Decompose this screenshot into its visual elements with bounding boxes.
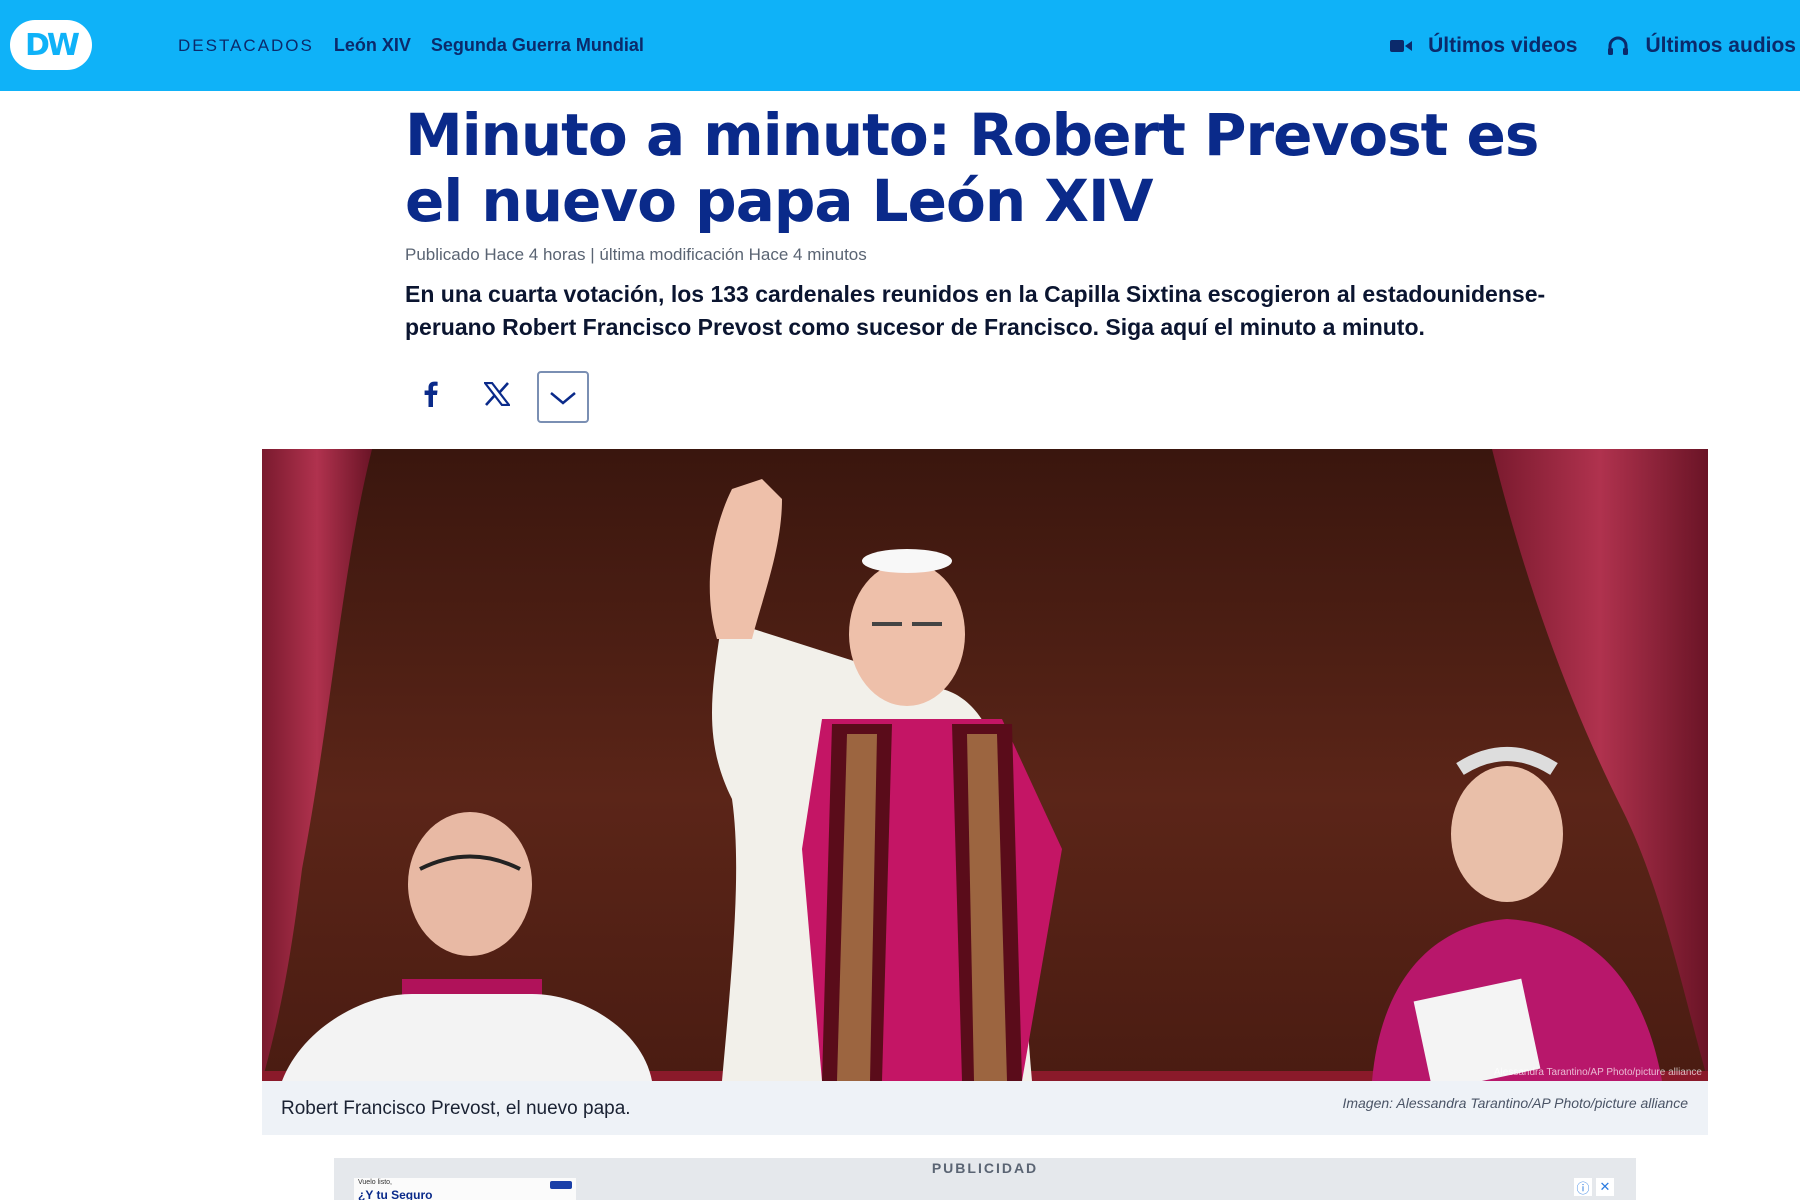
top-navigation-bar: DW DESTACADOS León XIV Segunda Guerra Mu… <box>0 0 1800 91</box>
latest-audios-link[interactable]: Últimos audios <box>1607 34 1796 58</box>
nav-link-leon-xiv[interactable]: León XIV <box>334 35 411 56</box>
share-more-button[interactable] <box>537 371 589 423</box>
ad-banner[interactable]: Vuelo listo, ¿Y tu Seguro <box>354 1178 576 1200</box>
latest-audios-label: Últimos audios <box>1645 33 1796 57</box>
nav-link-segunda-guerra-mundial[interactable]: Segunda Guerra Mundial <box>431 35 644 56</box>
article-lead: En una cuarta votación, los 133 cardenal… <box>405 281 1546 340</box>
ad-banner-line2: ¿Y tu Seguro <box>358 1188 433 1200</box>
x-icon <box>482 381 512 413</box>
info-icon[interactable]: ⓘ <box>1574 1178 1592 1196</box>
hero-photo: Alessandra Tarantino/AP Photo/picture al… <box>262 449 1708 1081</box>
latest-videos-link[interactable]: Últimos videos <box>1390 34 1577 58</box>
image-credit: Imagen: Alessandra Tarantino/AP Photo/pi… <box>1342 1095 1688 1111</box>
share-bar <box>405 371 589 423</box>
media-nav: Últimos videos Últimos audios <box>1390 0 1796 91</box>
latest-videos-label: Últimos videos <box>1428 33 1578 57</box>
video-camera-icon <box>1390 38 1413 54</box>
featured-section-label: DESTACADOS <box>178 35 314 55</box>
ad-banner-line1: Vuelo listo, <box>358 1179 392 1186</box>
advertisement: PUBLICIDAD Vuelo listo, ¿Y tu Seguro ⓘ ✕ <box>334 1158 1636 1200</box>
dw-logo[interactable]: DW <box>10 20 92 70</box>
image-caption-bar: Robert Francisco Prevost, el nuevo papa.… <box>262 1081 1708 1135</box>
share-x-button[interactable] <box>471 371 523 423</box>
share-facebook-button[interactable] <box>405 371 457 423</box>
featured-nav: DESTACADOS León XIV Segunda Guerra Mundi… <box>178 0 644 91</box>
facebook-icon <box>424 381 438 414</box>
article-title: Minuto a minuto: Robert Prevost es el nu… <box>405 101 1539 235</box>
close-icon[interactable]: ✕ <box>1596 1178 1614 1196</box>
ad-banner-badge <box>550 1181 572 1189</box>
chevron-down-icon <box>549 381 577 413</box>
photo-credit-overlay: Alessandra Tarantino/AP Photo/picture al… <box>1493 1067 1702 1078</box>
ad-label: PUBLICIDAD <box>931 1160 1039 1176</box>
ad-controls: ⓘ ✕ <box>1574 1178 1614 1196</box>
pope-balcony-photo <box>262 449 1708 1081</box>
headphones-icon <box>1607 36 1629 56</box>
image-caption: Robert Francisco Prevost, el nuevo papa. <box>281 1098 631 1119</box>
publish-meta: Publicado Hace 4 horas | última modifica… <box>405 245 867 264</box>
